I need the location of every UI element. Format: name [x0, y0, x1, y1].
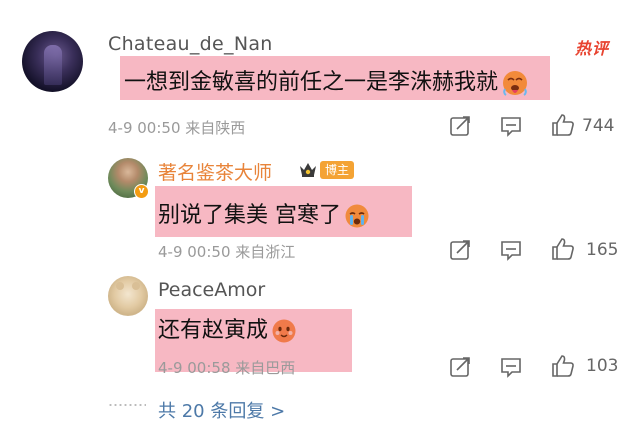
share-icon[interactable] — [448, 355, 472, 379]
avatar[interactable] — [22, 31, 83, 92]
more-replies-link[interactable]: 共 20 条回复 > — [158, 397, 285, 423]
like-icon[interactable] — [550, 236, 576, 262]
username[interactable]: PeaceAmor — [158, 279, 265, 301]
avatar[interactable] — [108, 276, 148, 316]
blogger-badge: 博主 — [320, 161, 355, 179]
share-icon[interactable] — [448, 238, 472, 262]
crying-face-emoji-icon — [345, 204, 369, 228]
comment-icon[interactable] — [499, 238, 523, 262]
comment-meta: 4-9 00:58 来自巴西 — [158, 359, 296, 377]
comment-text: 别说了集美 宫寒了 — [158, 197, 370, 229]
hot-comment-badge: 热评 — [575, 39, 610, 58]
crown-icon — [300, 163, 316, 177]
like-count: 165 — [586, 240, 619, 260]
username[interactable]: Chateau_de_Nan — [108, 33, 273, 55]
like-count: 744 — [582, 116, 615, 136]
comment-meta: 4-9 00:50 来自陕西 — [108, 119, 246, 137]
like-icon[interactable] — [550, 353, 576, 379]
smiling-face-emoji-icon — [272, 319, 296, 343]
comment-text-content: 别说了集美 宫寒了 — [158, 203, 341, 228]
comment-icon[interactable] — [499, 355, 523, 379]
verified-badge-icon: v — [134, 184, 149, 199]
comment-text-content: 一想到金敏喜的前任之一是李洙赫我就 — [124, 70, 499, 95]
comment-icon[interactable] — [499, 114, 523, 138]
hot-face-emoji-icon — [503, 71, 528, 96]
divider-dots — [108, 404, 146, 406]
comment-text-content: 还有赵寅成 — [158, 318, 269, 343]
share-icon[interactable] — [448, 114, 472, 138]
comment-text: 还有赵寅成 — [158, 312, 297, 344]
username[interactable]: 著名鉴茶大师 — [158, 158, 272, 185]
comment-text: 一想到金敏喜的前任之一是李洙赫我就 — [124, 64, 529, 97]
like-icon[interactable] — [550, 112, 576, 138]
like-count: 103 — [586, 356, 619, 376]
comment-meta: 4-9 00:50 来自浙江 — [158, 243, 296, 261]
